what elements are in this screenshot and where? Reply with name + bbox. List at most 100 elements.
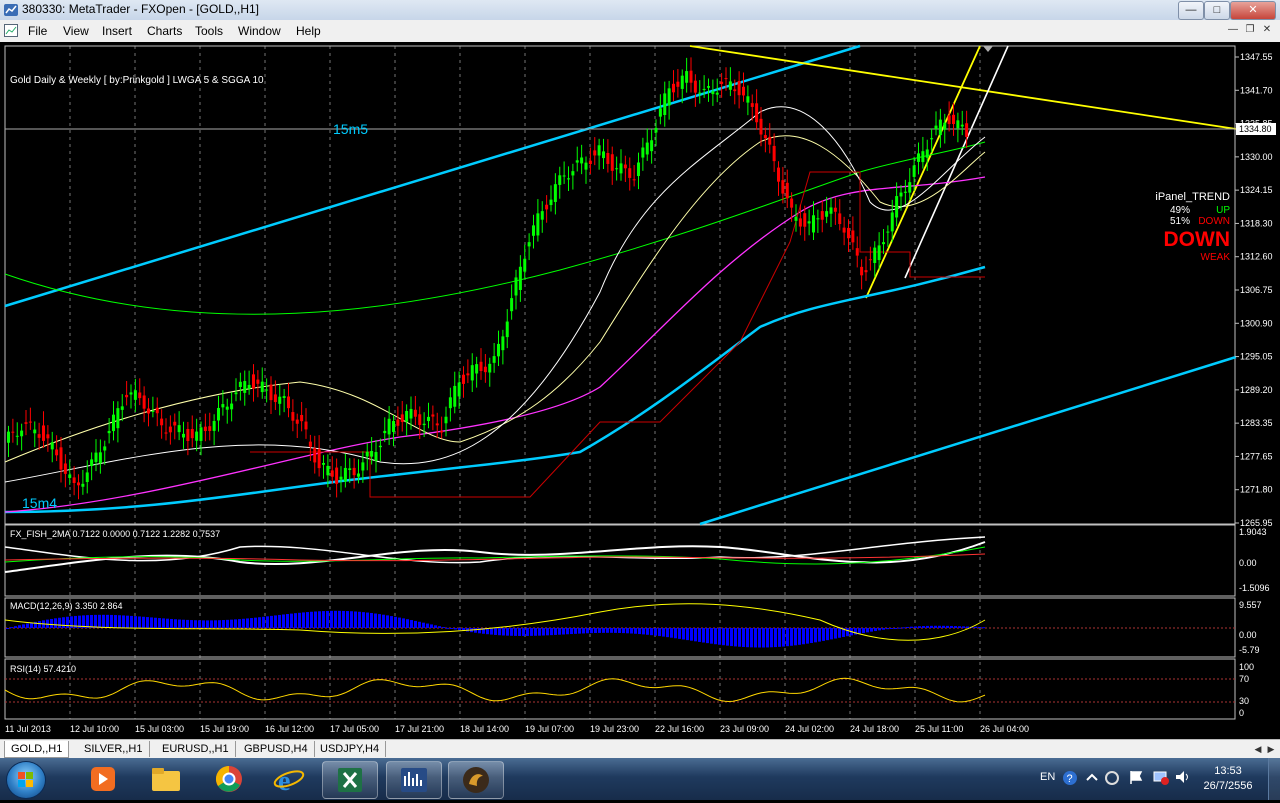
macd-bar [870,628,873,632]
menu-file[interactable]: File [28,24,47,38]
candle-body [864,270,868,273]
candle-body [182,433,185,438]
menu-view[interactable]: View [63,24,89,38]
price-tick-label: 1318.30 [1240,218,1273,228]
chart-document-icon[interactable] [4,24,18,37]
candle-body [584,162,588,170]
mdi-close-button[interactable]: ✕ [1260,23,1274,37]
internet-explorer-taskbar-icon[interactable]: e [262,761,316,797]
start-button[interactable] [6,761,46,799]
menu-insert[interactable]: Insert [102,24,132,38]
tray-app-icon[interactable] [1104,770,1120,786]
candle-body [444,416,448,424]
candle-body [825,211,829,217]
metatrader-taskbar-icon[interactable] [386,761,442,799]
macd-bar [926,625,929,628]
lower-trend-line[interactable] [699,355,1237,526]
macd-bar [962,626,965,628]
tab-eurusd-h1[interactable]: EURUSD,,H1 [156,741,236,757]
candle-body [930,138,934,140]
explorer-taskbar-icon[interactable] [139,761,193,797]
macd-bar [918,626,921,628]
help-icon[interactable]: ? [1062,770,1078,786]
tray-chevron-icon[interactable] [1084,770,1100,786]
candle-body [138,392,142,399]
tab-usdjpy-h4[interactable]: USDJPY,H4 [314,741,387,757]
menu-help[interactable]: Help [296,24,321,38]
candle-body [580,157,584,164]
candle-body [387,418,391,435]
candle-body [243,381,247,393]
show-desktop-button[interactable] [1268,758,1280,800]
candle-body [177,425,181,433]
excel-taskbar-icon[interactable] [322,761,378,799]
macd-bar [718,628,721,645]
action-center-flag-icon[interactable] [1128,769,1144,785]
macd-bar [758,628,761,648]
candle-body [357,473,360,477]
candle-body [615,168,619,170]
macd-bar [246,618,249,628]
mdi-minimize-button[interactable]: — [1226,23,1240,37]
candle-body [422,423,426,426]
candle-body [527,242,531,247]
macd-bar [338,610,341,628]
network-icon[interactable] [1152,769,1170,785]
macd-bar [706,628,709,644]
macd-bar [234,619,237,628]
price-chart[interactable]: Gold Daily & Weekly [ by:Prinkgold ] LWG… [0,42,1280,739]
close-button[interactable]: ✕ [1230,1,1276,20]
candle-body [654,127,658,133]
chrome-taskbar-icon[interactable] [202,761,256,797]
macd-bar [330,610,333,628]
macd-bar [278,614,281,628]
macd-bar [334,610,337,628]
minimize-button[interactable]: — [1178,1,1204,20]
tab-gold-h1[interactable]: GOLD,,H1 [4,741,70,758]
macd-bar [226,619,229,628]
macd-bar [198,620,201,628]
mdi-restore-button[interactable]: ❐ [1243,23,1257,37]
candle-body [720,81,724,85]
candle-body [28,421,32,423]
candle-body [772,145,776,162]
volume-icon[interactable] [1174,769,1190,785]
candle-body [532,225,535,236]
macd-bar [654,628,657,636]
time-tick-label: 16 Jul 12:00 [265,724,314,734]
tab-scroll-left-icon[interactable]: ◀ [1252,742,1264,756]
menu-window[interactable]: Window [238,24,281,38]
svg-text:e: e [278,766,290,797]
candle-body [112,414,115,432]
language-indicator[interactable]: EN [1040,771,1055,783]
menu-charts[interactable]: Charts [147,24,182,38]
menu-tools[interactable]: Tools [195,24,223,38]
maximize-button[interactable]: □ [1204,1,1230,20]
candle-body [965,123,969,137]
resistance-line[interactable] [689,45,1237,130]
macd-bar [222,620,225,628]
candle-body [409,408,413,419]
tab-silver-h1[interactable]: SILVER,,H1 [78,741,150,757]
candle-body [212,421,216,431]
tab-scroll-right-icon[interactable]: ▶ [1265,742,1277,756]
chart-shift-marker[interactable] [983,46,993,52]
price-tick-label: 1295.05 [1240,352,1273,362]
chart-window[interactable]: Gold Daily & Weekly [ by:Prinkgold ] LWG… [0,42,1280,739]
macd-bar [530,628,533,636]
macd-bar [666,628,669,638]
media-player-icon [91,767,115,791]
candle-body [724,78,728,80]
time-tick-label: 22 Jul 16:00 [655,724,704,734]
system-clock[interactable]: 13:53 26/7/2556 [1196,764,1260,794]
media-player-taskbar-icon[interactable] [76,761,130,797]
candle-body [886,231,890,233]
price-tick-label: 1306.75 [1240,285,1273,295]
app-taskbar-icon[interactable] [448,761,504,799]
macd-bar [698,628,701,642]
candle-body [396,419,400,426]
macd-bar [474,628,477,633]
candle-body [260,381,264,393]
tab-gbpusd-h4[interactable]: GBPUSD,H4 [238,741,315,757]
macd-bar [90,614,93,628]
